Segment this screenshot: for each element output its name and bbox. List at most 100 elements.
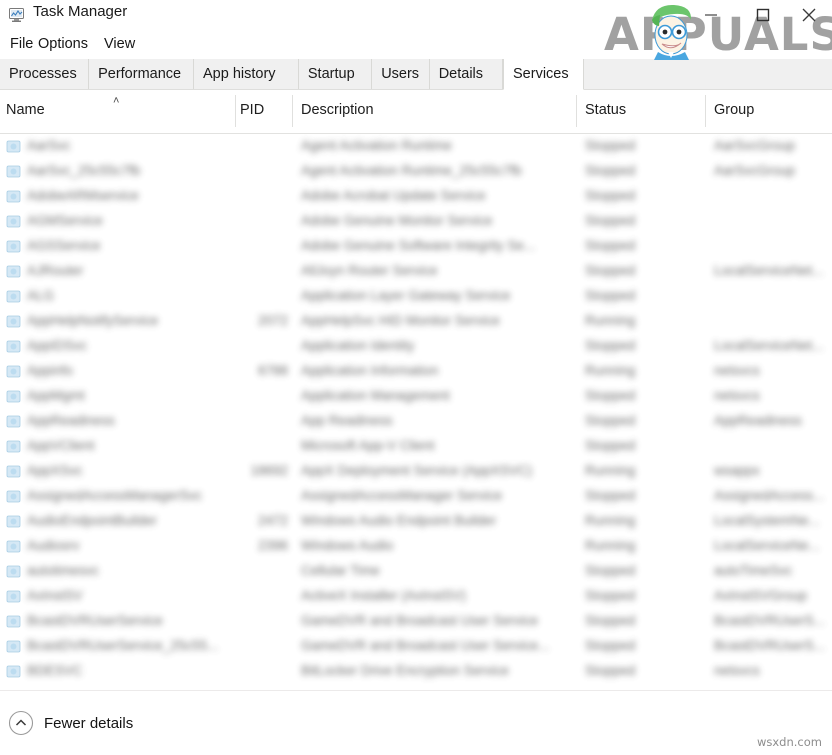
task-manager-icon	[9, 7, 26, 23]
column-header-group[interactable]: Group	[714, 102, 754, 118]
tab-performance[interactable]: Performance	[89, 59, 194, 89]
menu-item-view[interactable]: View	[99, 34, 140, 54]
table-row[interactable]: autotimesvcCellular TimeStoppedautoTimeS…	[0, 559, 832, 584]
cell-pid: 18692	[240, 463, 288, 478]
table-row[interactable]: ALG Application Layer Gateway Service Stop…	[0, 284, 832, 309]
service-icon	[6, 564, 21, 579]
cell-group: LocalServiceNe...	[714, 538, 820, 553]
close-icon	[801, 7, 817, 23]
table-row[interactable]: AGMServiceAdobe Genuine Monitor ServiceS…	[0, 209, 832, 234]
service-icon	[6, 389, 21, 404]
cell-description: Adobe Genuine Monitor Service	[301, 213, 492, 228]
cell-description: Application Management	[301, 388, 450, 403]
cell-name: ALG	[27, 288, 54, 303]
service-icon	[6, 614, 21, 629]
cell-group: netsvcs	[714, 388, 760, 403]
cell-description: Cellular Time	[301, 563, 380, 578]
service-icon	[6, 664, 21, 679]
cell-status: Stopped	[585, 288, 635, 303]
cell-name: BDESVC	[27, 663, 83, 678]
table-row[interactable]: AdobeARMservice Adobe Acrobat Update Serv…	[0, 184, 832, 209]
tab-users[interactable]: Users	[372, 59, 430, 89]
column-header-name[interactable]: Name	[6, 102, 45, 118]
column-header-status[interactable]: Status	[585, 102, 626, 118]
table-row[interactable]: AppVClientMicrosoft App-V ClientStopped	[0, 434, 832, 459]
service-icon	[6, 414, 21, 429]
service-icon	[6, 439, 21, 454]
cell-pid: 6788	[240, 363, 288, 378]
cell-name: AarSvc_25c55c7fb	[27, 163, 140, 178]
table-row[interactable]: AudioEndpointBuilder2472Windows Audio En…	[0, 509, 832, 534]
table-row[interactable]: AppIDSvcApplication IdentityStoppedLocal…	[0, 334, 832, 359]
tab-processes[interactable]: Processes	[0, 59, 89, 89]
cell-description: Adobe Genuine Software Integrity Se...	[301, 238, 535, 253]
table-row[interactable]: AJRouterAllJoyn Router ServiceStoppedLoc…	[0, 259, 832, 284]
menu-item-options[interactable]: Options	[33, 34, 93, 54]
cell-status: Stopped	[585, 638, 635, 653]
sort-ascending-caret: ˄	[113, 95, 119, 107]
table-row[interactable]: Appinfo6788Application InformationRunnin…	[0, 359, 832, 384]
fewer-details-button[interactable]: Fewer details	[8, 709, 133, 737]
service-icon	[6, 489, 21, 504]
cell-group: autoTimeSvc	[714, 563, 792, 578]
cell-description: Adobe Acrobat Update Service	[301, 188, 486, 203]
cell-description: Application Layer Gateway Service	[301, 288, 510, 303]
cell-name: AppReadiness	[27, 413, 115, 428]
column-separator-4[interactable]	[705, 95, 706, 127]
cell-pid: 2072	[240, 313, 288, 328]
cell-name: AppVClient	[27, 438, 95, 453]
service-icon	[6, 214, 21, 229]
service-icon	[6, 189, 21, 204]
minimize-icon	[704, 8, 718, 22]
table-row[interactable]: AssignedAccessManagerSvc AssignedAccessMa…	[0, 484, 832, 509]
services-table-body[interactable]: AarSvcAgent Activation RuntimeStoppedAar…	[0, 134, 832, 690]
cell-name: AppIDSvc	[27, 338, 87, 353]
cell-group: AarSvcGroup	[714, 138, 795, 153]
table-row[interactable]: AppMgmtApplication ManagementStoppednets…	[0, 384, 832, 409]
maximize-button[interactable]	[740, 0, 786, 30]
cell-description: AssignedAccessManager Service	[301, 488, 502, 503]
table-row[interactable]: Audiosrv2396Windows AudioRunningLocalSer…	[0, 534, 832, 559]
tab-services[interactable]: Services	[503, 59, 584, 90]
cell-name: AssignedAccessManagerSvc	[27, 488, 202, 503]
cell-status: Stopped	[585, 163, 635, 178]
column-separator-2[interactable]	[292, 95, 293, 127]
column-header-description[interactable]: Description	[301, 102, 374, 118]
table-row[interactable]: BcastDVRUserServiceGameDVR and Broadcast…	[0, 609, 832, 634]
table-row[interactable]: AarSvc_25c55c7fbAgent Activation Runtime…	[0, 159, 832, 184]
services-table-header: Name ˄ PID Description Status Group	[0, 90, 832, 134]
table-row[interactable]: BDESVCBitLocker Drive Encryption Service…	[0, 659, 832, 684]
table-row[interactable]: AppHelpNotifyService2072AppHelpSvc HID M…	[0, 309, 832, 334]
column-separator-3[interactable]	[576, 95, 577, 127]
cell-description: GameDVR and Broadcast User Service...	[301, 638, 549, 653]
table-row[interactable]: AarSvcAgent Activation RuntimeStoppedAar…	[0, 134, 832, 159]
column-header-pid[interactable]: PID	[240, 102, 264, 118]
cell-name: AJRouter	[27, 263, 83, 278]
service-icon	[6, 339, 21, 354]
cell-group: wsappx	[714, 463, 760, 478]
cell-description: AppHelpSvc HID Monitor Service	[301, 313, 500, 328]
close-button[interactable]	[786, 0, 832, 30]
service-icon	[6, 239, 21, 254]
table-row[interactable]: AppXSvc 18692 AppX Deployment Service (App…	[0, 459, 832, 484]
cell-group: AppReadiness	[714, 413, 802, 428]
tab-details[interactable]: Details	[430, 59, 503, 89]
table-row[interactable]: BcastDVRUserService_25c55...GameDVR and …	[0, 634, 832, 659]
cell-description: Microsoft App-V Client	[301, 438, 435, 453]
cell-description: AppX Deployment Service (AppXSVC)	[301, 463, 532, 478]
table-row[interactable]: AppReadinessApp ReadinessStoppedAppReadi…	[0, 409, 832, 434]
cell-status: Stopped	[585, 588, 635, 603]
tab-startup[interactable]: Startup	[299, 59, 372, 89]
cell-status: Running	[585, 463, 635, 478]
cell-status: Stopped	[585, 613, 635, 628]
cell-name: AdobeARMservice	[27, 188, 139, 203]
task-manager-window: APPUALS Task Manager	[0, 0, 832, 755]
table-row[interactable]: AxInstSVActiveX Installer (AxInstSV)Stop…	[0, 584, 832, 609]
minimize-button[interactable]	[688, 0, 734, 30]
table-row[interactable]: AGSServiceAdobe Genuine Software Integri…	[0, 234, 832, 259]
column-separator-1[interactable]	[235, 95, 236, 127]
tab-app-history[interactable]: App history	[194, 59, 299, 89]
cell-name: AppXSvc	[27, 463, 83, 478]
cell-status: Running	[585, 363, 635, 378]
service-icon	[6, 164, 21, 179]
